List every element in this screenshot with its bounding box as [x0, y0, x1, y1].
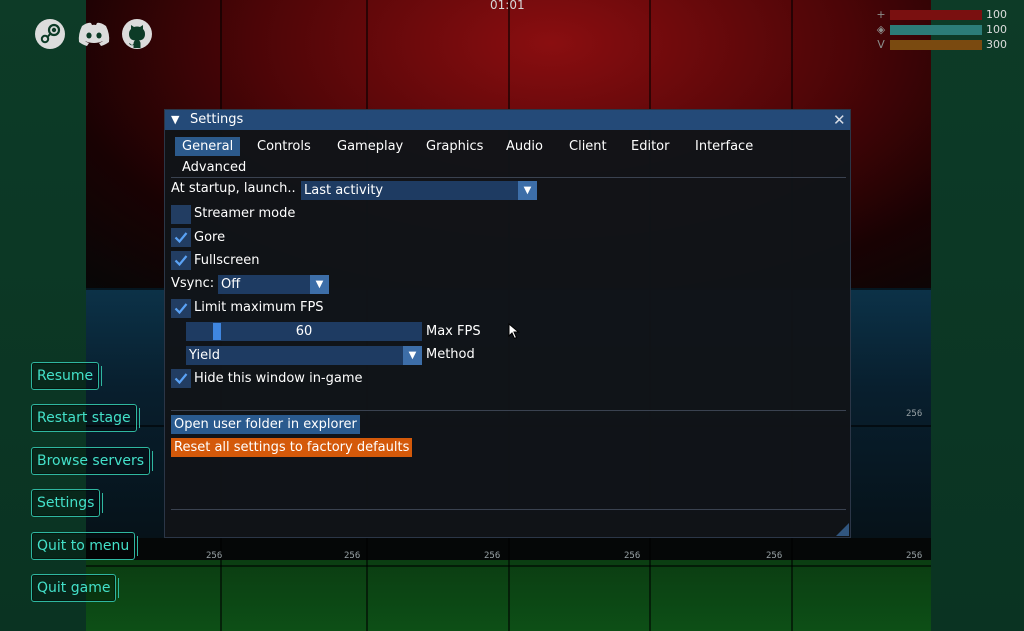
health-bar — [890, 10, 982, 20]
armor-icon: V — [877, 38, 885, 51]
cell-number: 256 — [906, 551, 923, 561]
health-stat: + 100 — [874, 8, 1014, 22]
chevron-down-icon: ▼ — [310, 275, 329, 294]
hide-window-label: Hide this window in-game — [194, 371, 363, 386]
streamer-mode-checkbox[interactable] — [171, 205, 191, 224]
background-right-panel — [931, 0, 1024, 631]
tab-editor[interactable]: Editor — [624, 137, 676, 156]
fullscreen-checkbox[interactable] — [171, 251, 191, 270]
checkmark-icon — [174, 232, 188, 244]
open-user-folder-button[interactable]: Open user folder in explorer — [171, 415, 360, 434]
game-timer: 01:01 — [490, 0, 525, 12]
checkmark-icon — [174, 373, 188, 385]
footer-separator — [171, 509, 846, 510]
tab-interface[interactable]: Interface — [688, 137, 760, 156]
health-value: 100 — [986, 8, 1007, 21]
settings-title: Settings — [190, 112, 244, 127]
tab-general[interactable]: General — [175, 137, 241, 156]
section-separator — [171, 410, 846, 411]
max-fps-value: 60 — [295, 324, 313, 339]
streamer-mode-label: Streamer mode — [194, 206, 296, 221]
chevron-down-icon: ▼ — [403, 346, 422, 365]
cell-number: 256 — [344, 551, 361, 561]
checkmark-icon — [174, 255, 188, 267]
discord-icon[interactable] — [76, 18, 112, 50]
github-icon[interactable] — [121, 18, 153, 50]
settings-title-bar[interactable]: ▼ Settings ✕ — [165, 110, 850, 130]
quit-to-menu-button[interactable]: Quit to menu — [31, 532, 139, 560]
armor-bar — [890, 40, 982, 50]
reset-settings-button[interactable]: Reset all settings to factory defaults — [171, 438, 413, 457]
shield-icon: ◈ — [876, 23, 886, 36]
tab-gameplay[interactable]: Gameplay — [330, 137, 410, 156]
gore-checkbox[interactable] — [171, 228, 191, 247]
limit-fps-checkbox[interactable] — [171, 299, 191, 318]
vsync-label: Vsync: — [171, 276, 215, 291]
browse-servers-button[interactable]: Browse servers — [31, 447, 154, 475]
mouse-cursor-icon — [508, 323, 520, 340]
grid-line — [86, 565, 931, 567]
cell-number: 256 — [206, 551, 223, 561]
tab-audio[interactable]: Audio — [499, 137, 550, 156]
checkmark-icon — [174, 303, 188, 315]
method-label: Method — [426, 347, 475, 362]
shield-value: 100 — [986, 23, 1007, 36]
close-icon[interactable]: ✕ — [833, 110, 846, 130]
health-icon: + — [876, 8, 886, 21]
tab-graphics[interactable]: Graphics — [419, 137, 490, 156]
fullscreen-label: Fullscreen — [194, 253, 260, 268]
shield-stat: ◈ 100 — [874, 23, 1014, 37]
cell-number: 256 — [484, 551, 501, 561]
resume-button[interactable]: Resume — [31, 362, 103, 390]
quit-game-button[interactable]: Quit game — [31, 574, 120, 602]
method-select-value: Yield — [189, 348, 220, 363]
method-select[interactable]: Yield ▼ — [186, 346, 422, 365]
max-fps-slider[interactable]: 60 — [186, 322, 422, 341]
startup-select-value: Last activity — [304, 183, 384, 198]
startup-label: At startup, launch.. — [171, 181, 296, 196]
tab-client[interactable]: Client — [562, 137, 614, 156]
cell-number: 256 — [766, 551, 783, 561]
vsync-select[interactable]: Off ▼ — [218, 275, 329, 294]
shield-bar — [890, 25, 982, 35]
chevron-down-icon: ▼ — [518, 181, 537, 200]
armor-value: 300 — [986, 38, 1007, 51]
tab-separator — [171, 177, 846, 178]
collapse-icon[interactable]: ▼ — [171, 113, 179, 126]
hide-window-checkbox[interactable] — [171, 369, 191, 388]
settings-button[interactable]: Settings — [31, 489, 104, 517]
resize-grip-icon[interactable] — [836, 523, 849, 536]
gore-label: Gore — [194, 230, 226, 245]
limit-fps-label: Limit maximum FPS — [194, 300, 324, 315]
max-fps-label: Max FPS — [426, 324, 481, 339]
vsync-select-value: Off — [221, 277, 241, 292]
startup-select[interactable]: Last activity ▼ — [301, 181, 537, 200]
steam-icon[interactable] — [34, 18, 66, 50]
tab-controls[interactable]: Controls — [250, 137, 318, 156]
restart-stage-button[interactable]: Restart stage — [31, 404, 140, 432]
tab-advanced[interactable]: Advanced — [175, 158, 253, 177]
cell-number: 256 — [624, 551, 641, 561]
cell-number: 256 — [906, 409, 923, 419]
armor-stat: V 300 — [874, 38, 1014, 52]
